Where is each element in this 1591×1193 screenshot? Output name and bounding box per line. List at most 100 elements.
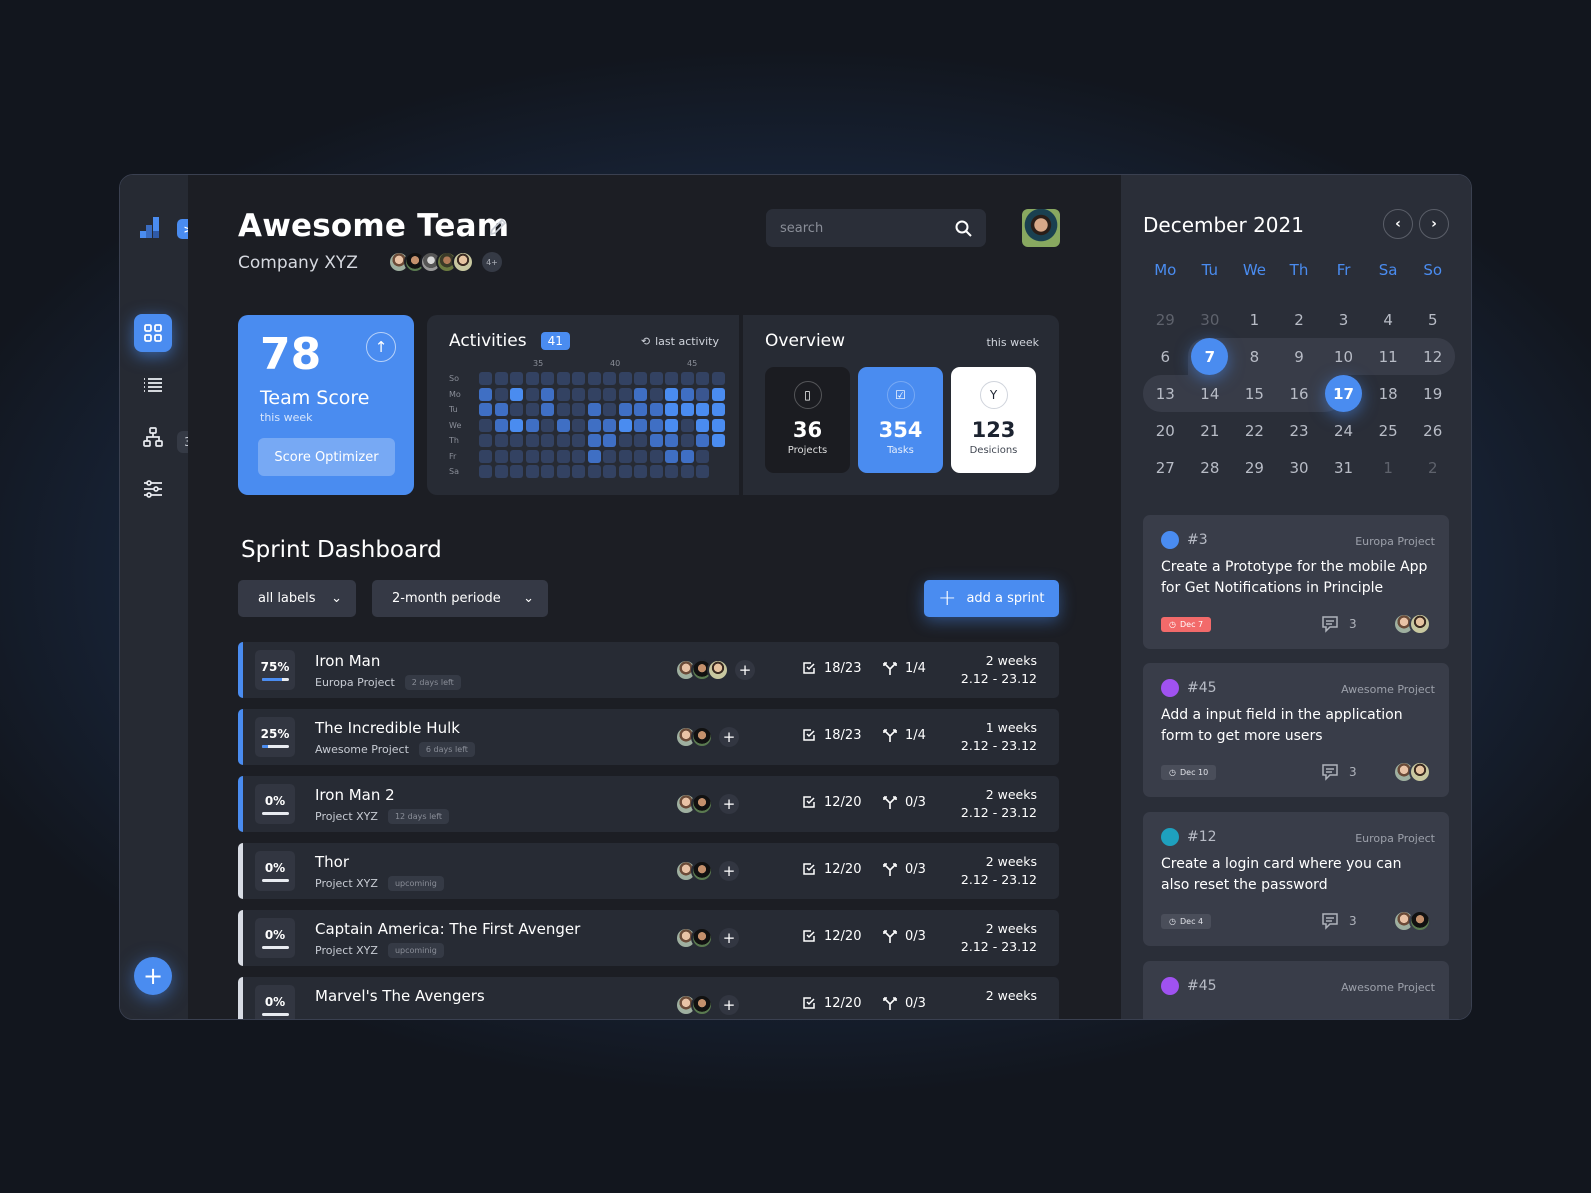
calendar-day[interactable]: 1: [1232, 301, 1277, 338]
heatmap-cell[interactable]: [541, 465, 554, 479]
heatmap-cell[interactable]: [556, 434, 570, 448]
heatmap-cell[interactable]: [556, 465, 570, 479]
task-card[interactable]: #12 Europa Project Create a login card w…: [1143, 812, 1449, 946]
sprint-row[interactable]: 25% The Incredible Hulk Awesome Project …: [238, 709, 1059, 765]
calendar-day[interactable]: 6: [1143, 338, 1188, 375]
calendar-day[interactable]: 2: [1277, 301, 1322, 338]
heatmap-cell[interactable]: [680, 403, 694, 417]
calendar-day[interactable]: 3: [1321, 301, 1366, 338]
heatmap-cell[interactable]: [541, 449, 554, 463]
heatmap-cell[interactable]: [634, 418, 647, 432]
labels-filter-dropdown[interactable]: all labels ⌄: [238, 580, 356, 617]
calendar-day[interactable]: 8: [1232, 338, 1277, 375]
heatmap-cell[interactable]: [634, 434, 647, 448]
heatmap-cell[interactable]: [603, 403, 616, 417]
heatmap-cell[interactable]: [525, 465, 539, 479]
heatmap-cell[interactable]: [494, 387, 508, 401]
heatmap-cell[interactable]: [634, 387, 647, 401]
task-card[interactable]: #45 Awesome Project Add a input field in…: [1143, 663, 1449, 797]
heatmap-cell[interactable]: [479, 434, 492, 448]
heatmap-cell[interactable]: [572, 418, 585, 432]
comments-count[interactable]: 3: [1321, 763, 1357, 781]
heatmap-cell[interactable]: [618, 387, 632, 401]
sidebar-item-hierarchy[interactable]: [134, 418, 172, 456]
heatmap-cell[interactable]: [510, 418, 523, 432]
heatmap-cell[interactable]: [587, 372, 601, 386]
add-member-button[interactable]: +: [735, 660, 755, 680]
heatmap-cell[interactable]: [680, 434, 694, 448]
heatmap-cell[interactable]: [696, 418, 709, 432]
comments-count[interactable]: 3: [1321, 912, 1357, 930]
user-profile-avatar[interactable]: [1022, 209, 1060, 247]
heatmap-cell[interactable]: [587, 434, 601, 448]
add-sprint-button[interactable]: + add a sprint: [924, 580, 1059, 617]
heatmap-cell[interactable]: [634, 372, 647, 386]
add-member-button[interactable]: +: [719, 861, 739, 881]
heatmap-cell[interactable]: [572, 465, 585, 479]
heatmap-cell[interactable]: [556, 403, 570, 417]
heatmap-cell[interactable]: [525, 418, 539, 432]
heatmap-cell[interactable]: [494, 449, 508, 463]
heatmap-cell[interactable]: [603, 372, 616, 386]
calendar-day[interactable]: 5: [1410, 301, 1455, 338]
heatmap-cell[interactable]: [572, 372, 585, 386]
tasks-stat-card[interactable]: ☑ 354 Tasks: [858, 367, 943, 473]
heatmap-cell[interactable]: [587, 387, 601, 401]
heatmap-cell[interactable]: [525, 449, 539, 463]
heatmap-cell[interactable]: [618, 418, 632, 432]
heatmap-cell[interactable]: [603, 449, 616, 463]
heatmap-cell[interactable]: [556, 418, 570, 432]
comments-count[interactable]: 3: [1321, 615, 1357, 633]
heatmap-cell[interactable]: [525, 403, 539, 417]
heatmap-cell[interactable]: [665, 434, 678, 448]
task-card[interactable]: #45 Awesome Project: [1143, 961, 1449, 1019]
heatmap-cell[interactable]: [479, 449, 492, 463]
sprint-row[interactable]: 75% Iron Man Europa Project 2 days left …: [238, 642, 1059, 698]
heatmap-cell[interactable]: [494, 465, 508, 479]
calendar-day[interactable]: 15: [1232, 375, 1277, 412]
next-month-button[interactable]: ›: [1419, 209, 1449, 239]
calendar-day[interactable]: 30: [1277, 449, 1322, 486]
heatmap-cell[interactable]: [680, 372, 694, 386]
add-member-button[interactable]: +: [719, 794, 739, 814]
calendar-day[interactable]: 20: [1143, 412, 1188, 449]
projects-stat-card[interactable]: ▯ 36 Projects: [765, 367, 850, 473]
heatmap-cell[interactable]: [525, 387, 539, 401]
calendar-day[interactable]: 28: [1188, 449, 1233, 486]
heatmap-cell[interactable]: [680, 387, 694, 401]
team-members[interactable]: 4+: [388, 251, 502, 273]
heatmap-cell[interactable]: [711, 403, 725, 417]
heatmap-cell[interactable]: [510, 403, 523, 417]
calendar-day[interactable]: 10: [1321, 338, 1366, 375]
heatmap-cell[interactable]: [665, 465, 678, 479]
heatmap-cell[interactable]: [494, 372, 508, 386]
heatmap-cell[interactable]: [541, 403, 554, 417]
sprint-row[interactable]: 0% Captain America: The First Avenger Pr…: [238, 910, 1059, 966]
calendar-day[interactable]: 4: [1366, 301, 1411, 338]
heatmap-cell[interactable]: [541, 434, 554, 448]
heatmap-cell[interactable]: [556, 449, 570, 463]
prev-month-button[interactable]: ‹: [1383, 209, 1413, 239]
heatmap-cell[interactable]: [618, 465, 632, 479]
heatmap-cell[interactable]: [587, 449, 601, 463]
heatmap-cell[interactable]: [634, 449, 647, 463]
heatmap-cell[interactable]: [510, 387, 523, 401]
heatmap-cell[interactable]: [711, 387, 725, 401]
calendar-day[interactable]: 25: [1366, 412, 1411, 449]
heatmap-cell[interactable]: [649, 434, 663, 448]
add-member-button[interactable]: +: [719, 727, 739, 747]
last-activity-link[interactable]: ⟲ last activity: [641, 335, 719, 348]
heatmap-cell[interactable]: [510, 434, 523, 448]
heatmap-cell[interactable]: [711, 372, 725, 386]
search-icon[interactable]: [955, 220, 972, 237]
heatmap-cell[interactable]: [525, 434, 539, 448]
calendar-day[interactable]: 22: [1232, 412, 1277, 449]
sidebar-item-list[interactable]: [134, 366, 172, 404]
calendar-day[interactable]: 19: [1410, 375, 1455, 412]
sidebar-item-filters[interactable]: [134, 470, 172, 508]
calendar-day-selected[interactable]: 7: [1188, 338, 1233, 375]
heatmap-cell[interactable]: [665, 418, 678, 432]
heatmap-cell[interactable]: [649, 449, 663, 463]
score-optimizer-button[interactable]: Score Optimizer: [258, 438, 395, 476]
calendar-day[interactable]: 26: [1410, 412, 1455, 449]
